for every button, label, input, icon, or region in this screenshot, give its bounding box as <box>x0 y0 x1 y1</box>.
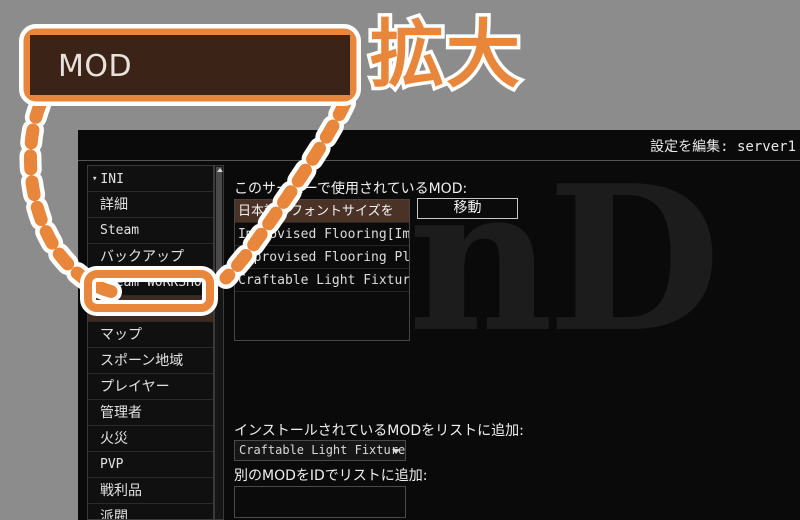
sidebar-item-label: PVP <box>100 457 124 472</box>
mod-id-input[interactable] <box>234 486 406 518</box>
chevron-down-icon: ▾ <box>92 174 98 184</box>
sidebar-item-3[interactable]: バックアップ <box>88 244 213 270</box>
sidebar-item-label: スポーン地域 <box>100 353 184 369</box>
installed-mods-selected-value: Craftable Light Fixtures <box>239 443 406 457</box>
sidebar-item-label: 戦利品 <box>100 483 142 499</box>
scroll-up-arrow-icon[interactable] <box>217 168 223 172</box>
sidebar-item-label: マップ <box>100 327 142 343</box>
used-mod-row-3[interactable]: Craftable Light Fixtures <box>235 269 409 292</box>
sidebar-item-0[interactable]: ▾ INI <box>88 166 213 192</box>
sidebar-item-label: バックアップ <box>100 249 184 265</box>
used-mod-row-0[interactable]: 日本語のフォントサイズを <box>235 200 409 223</box>
chevron-down-icon <box>392 449 400 454</box>
sidebar-item-label: 火災 <box>100 431 128 447</box>
sidebar-item-label: Steam WORKSHOP <box>100 275 210 290</box>
window-titlebar: 設定を編集: server1 <box>78 130 800 161</box>
sidebar-item-4[interactable]: Steam WORKSHOP <box>88 270 213 296</box>
sidebar-item-label: MOD <box>100 301 124 316</box>
sidebar-item-13[interactable]: 派閥 <box>88 504 213 520</box>
page-title: 設定を編集: server1 <box>650 139 796 155</box>
sidebar-item-1[interactable]: 詳細 <box>88 192 213 218</box>
sidebar-item-9[interactable]: 管理者 <box>88 400 213 426</box>
sidebar-item-label: Steam <box>100 223 140 238</box>
zoom-annotation-text: 拡大 <box>367 12 524 98</box>
sidebar-item-label: INI <box>100 172 124 187</box>
used-mod-row-2[interactable]: Improvised Flooring Plus <box>235 246 409 269</box>
sidebar-item-label: 詳細 <box>100 197 128 213</box>
mod-id-label: 別のMODをIDでリストに追加: <box>234 468 428 484</box>
installed-mods-label: インストールされているMODをリストに追加: <box>234 423 524 439</box>
zoom-callout-label: MOD <box>58 49 133 84</box>
sidebar-item-12[interactable]: 戦利品 <box>88 478 213 504</box>
sidebar-scrollbar[interactable] <box>214 165 224 520</box>
used-mods-label: このサーバーで使用されているMOD: <box>234 181 468 197</box>
move-button[interactable]: 移動 <box>417 198 518 219</box>
installed-mods-dropdown[interactable]: Craftable Light Fixtures <box>234 440 406 461</box>
sidebar-item-label: 管理者 <box>100 405 142 421</box>
mod-settings-panel: このサーバーで使用されているMOD: 日本語のフォントサイズを Improvise… <box>230 165 530 520</box>
server-settings-window: nD 設定を編集: server1 ▾ INI 詳細 Steam バックアップ Steam… <box>78 130 800 520</box>
sidebar-item-5[interactable]: MOD <box>88 296 213 322</box>
sidebar-item-2[interactable]: Steam <box>88 218 213 244</box>
sidebar-item-label: 派閥 <box>100 509 128 520</box>
sidebar-item-10[interactable]: 火災 <box>88 426 213 452</box>
used-mod-row-1[interactable]: Improvised Flooring[Impro <box>235 223 409 246</box>
used-mods-list[interactable]: 日本語のフォントサイズをImprovised Flooring[ImproImp… <box>234 199 410 341</box>
settings-sidebar[interactable]: ▾ INI 詳細 Steam バックアップ Steam WORKSHOP MOD マップスポー… <box>87 165 214 520</box>
sidebar-item-11[interactable]: PVP <box>88 452 213 478</box>
zoom-callout-box: MOD <box>30 35 350 95</box>
sidebar-item-6[interactable]: マップ <box>88 322 213 348</box>
sidebar-item-7[interactable]: スポーン地域 <box>88 348 213 374</box>
sidebar-item-8[interactable]: プレイヤー <box>88 374 213 400</box>
sidebar-item-label: プレイヤー <box>100 379 170 395</box>
sidebar-scroll-thumb[interactable] <box>216 167 222 287</box>
